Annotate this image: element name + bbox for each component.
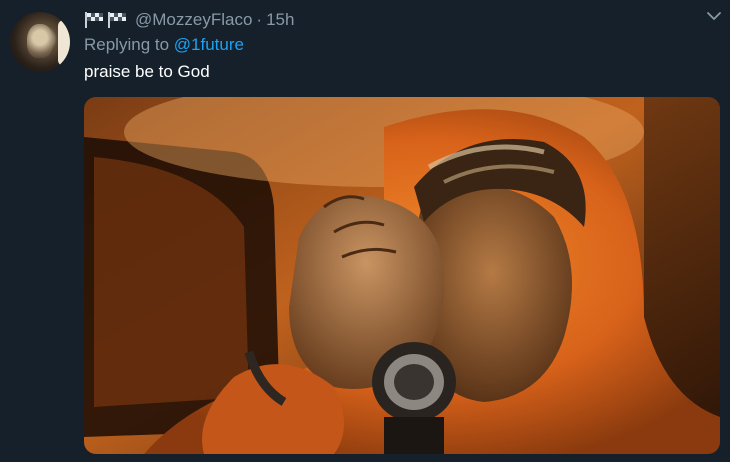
avatar-edge	[58, 20, 70, 66]
display-name[interactable]	[84, 11, 127, 29]
timestamp[interactable]: 15h	[266, 10, 294, 30]
mention-link[interactable]: @1future	[174, 35, 244, 54]
avatar-face	[27, 24, 53, 58]
avatar[interactable]	[10, 12, 70, 72]
chevron-down-icon[interactable]	[706, 10, 722, 22]
user-handle[interactable]: @MozzeyFlaco	[135, 10, 252, 30]
tweet-text: praise be to God	[84, 62, 210, 81]
tweet-header: @MozzeyFlaco · 15h	[84, 9, 294, 31]
tweet[interactable]: @MozzeyFlaco · 15h Replying to @1future …	[0, 0, 730, 462]
replying-prefix: Replying to	[84, 35, 170, 54]
chequered-flag-icon	[85, 12, 103, 28]
separator-dot: ·	[256, 10, 263, 29]
chequered-flag-icon	[108, 12, 126, 28]
tweet-image[interactable]	[84, 97, 720, 454]
praying-man-image	[84, 97, 720, 454]
replying-to: Replying to @1future	[84, 35, 244, 55]
